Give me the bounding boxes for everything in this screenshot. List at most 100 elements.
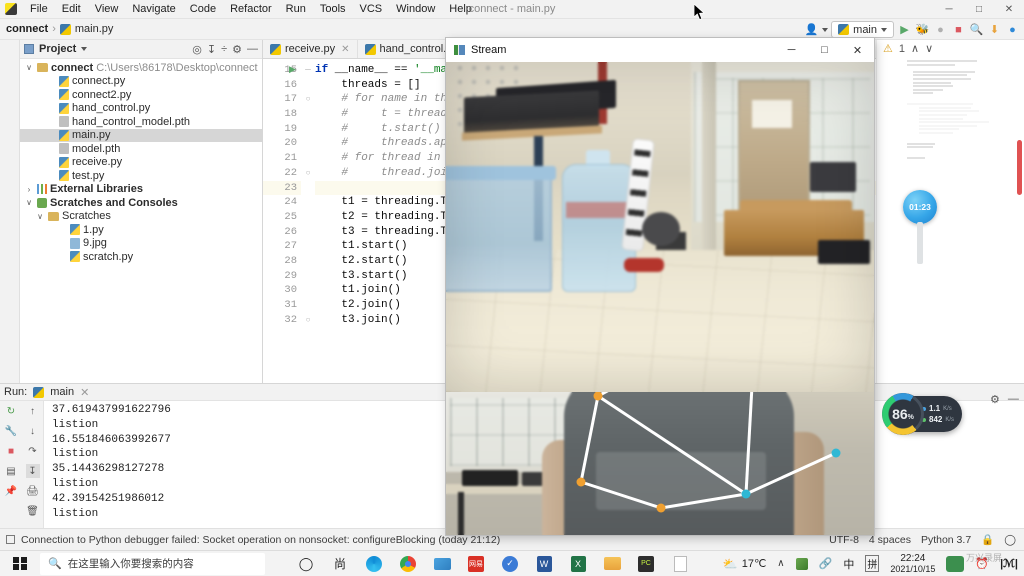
notepad-icon[interactable] bbox=[663, 551, 697, 576]
tree-item[interactable]: hand_control_model.pth bbox=[20, 115, 262, 129]
cortana-icon[interactable]: 尚 bbox=[323, 551, 357, 576]
wps-icon[interactable]: ✓ bbox=[493, 551, 527, 576]
tree-item[interactable]: scratch.py bbox=[20, 250, 262, 264]
menu-help[interactable]: Help bbox=[442, 1, 479, 17]
settings-gear-icon[interactable]: ⚙ bbox=[232, 43, 242, 56]
menu-tools[interactable]: Tools bbox=[313, 1, 353, 17]
fold-marker[interactable] bbox=[301, 239, 315, 254]
fold-marker[interactable] bbox=[301, 136, 315, 151]
chevron-down-icon[interactable] bbox=[822, 27, 829, 32]
word-icon[interactable]: W bbox=[527, 551, 561, 576]
scroll-down-icon[interactable]: ↓ bbox=[26, 424, 40, 438]
layout-icon[interactable]: ▤ bbox=[4, 464, 18, 478]
scroll-up-icon[interactable]: ↑ bbox=[26, 404, 40, 418]
chrome-icon[interactable] bbox=[391, 551, 425, 576]
inspection-prev-icon[interactable]: ∧ bbox=[911, 42, 919, 55]
update-icon[interactable]: ⬇ bbox=[987, 22, 1002, 37]
menu-window[interactable]: Window bbox=[389, 1, 442, 17]
menu-view[interactable]: View bbox=[88, 1, 126, 17]
settings-wrench-icon[interactable]: 🔧 bbox=[4, 424, 18, 438]
timer-badge[interactable]: 01:23 bbox=[903, 190, 937, 224]
windows-start-icon[interactable] bbox=[0, 551, 40, 576]
ime-mode-icon[interactable]: 拼 bbox=[865, 555, 880, 572]
task-view-icon[interactable]: ◯ bbox=[289, 551, 323, 576]
show-hidden-icons[interactable]: ∧ bbox=[777, 558, 784, 569]
ime-chinese-icon[interactable]: 中 bbox=[843, 556, 854, 572]
menu-run[interactable]: Run bbox=[279, 1, 313, 17]
maximize-button[interactable]: □ bbox=[964, 0, 994, 19]
error-stripe-marker[interactable] bbox=[1017, 140, 1022, 195]
split-icon[interactable]: ÷ bbox=[221, 43, 227, 56]
editor-tab[interactable]: receive.py ✕ bbox=[263, 40, 358, 58]
fold-marker[interactable] bbox=[301, 298, 315, 313]
search-input-placeholder[interactable]: 在这里输入你要搜索的内容 bbox=[68, 556, 194, 571]
fold-marker[interactable] bbox=[301, 107, 315, 122]
tree-item[interactable]: ∨ Scratches and Consoles bbox=[20, 196, 262, 210]
tree-item[interactable]: connect2.py bbox=[20, 88, 262, 102]
fold-marker[interactable] bbox=[301, 210, 315, 225]
fold-marker[interactable] bbox=[301, 195, 315, 210]
excel-icon[interactable]: X bbox=[561, 551, 595, 576]
user-settings-icon[interactable]: 👤 bbox=[804, 22, 819, 37]
fold-marker[interactable] bbox=[301, 122, 315, 137]
print-icon[interactable]: 🖨 bbox=[26, 484, 40, 498]
remote-desktop-icon[interactable] bbox=[425, 551, 459, 576]
fold-marker[interactable] bbox=[301, 225, 315, 240]
tree-item[interactable]: › External Libraries bbox=[20, 183, 262, 197]
tree-item[interactable]: model.pth bbox=[20, 142, 262, 156]
bell-icon[interactable]: ◯ bbox=[1004, 534, 1016, 546]
trash-icon[interactable]: 🗑 bbox=[26, 504, 40, 518]
project-panel-title[interactable]: Project bbox=[39, 43, 76, 55]
close-button[interactable]: ✕ bbox=[994, 0, 1024, 19]
stream-minimize-button[interactable]: ─ bbox=[775, 38, 808, 62]
inspection-next-icon[interactable]: ∨ bbox=[925, 42, 933, 55]
fold-marker[interactable]: ○ bbox=[301, 166, 315, 181]
tree-item[interactable]: hand_control.py bbox=[20, 102, 262, 116]
app-tray-icon[interactable] bbox=[795, 557, 808, 570]
inspection-widget[interactable]: ⚠ 1 ∧ ∨ bbox=[877, 40, 1024, 57]
run-gutter-icon[interactable]: ▶ bbox=[289, 64, 296, 75]
menu-refactor[interactable]: Refactor bbox=[223, 1, 279, 17]
tree-twisty[interactable]: ∨ bbox=[35, 212, 45, 221]
weather-widget[interactable]: ⛅ 17℃ bbox=[723, 557, 767, 571]
tree-twisty[interactable]: ∨ bbox=[24, 198, 34, 207]
explorer-icon[interactable] bbox=[595, 551, 629, 576]
debug-icon[interactable]: 🐝 bbox=[915, 22, 930, 37]
menu-vcs[interactable]: VCS bbox=[353, 1, 390, 17]
scroll-to-end-icon[interactable]: ↧ bbox=[25, 464, 40, 478]
search-icon[interactable]: 🔍 bbox=[969, 22, 984, 37]
editor-tab-close-icon[interactable]: ✕ bbox=[341, 44, 349, 55]
stream-window[interactable]: Stream ─ □ ✕ bbox=[446, 38, 874, 535]
fold-marker[interactable]: ─ bbox=[301, 63, 315, 78]
media-icon[interactable]: |ℳ| bbox=[1000, 557, 1018, 570]
pycharm-icon[interactable]: PC bbox=[629, 551, 663, 576]
menu-navigate[interactable]: Navigate bbox=[125, 1, 182, 17]
tree-item[interactable]: receive.py bbox=[20, 156, 262, 170]
tree-item[interactable]: 1.py bbox=[20, 223, 262, 237]
tree-twisty[interactable]: ∨ bbox=[24, 63, 34, 72]
run-configuration-selector[interactable]: main bbox=[831, 21, 894, 38]
menu-file[interactable]: File bbox=[23, 1, 55, 17]
fold-marker[interactable] bbox=[301, 283, 315, 298]
fold-marker[interactable] bbox=[301, 269, 315, 284]
status-indent[interactable]: 4 spaces bbox=[869, 534, 911, 546]
wechat-icon[interactable] bbox=[946, 555, 965, 572]
network-speed-widget[interactable]: 86% 1.1 K/s 842 K/s bbox=[882, 393, 962, 435]
gear-icon[interactable]: ⚙ bbox=[990, 393, 1000, 406]
tree-twisty[interactable]: › bbox=[24, 185, 34, 194]
status-message[interactable]: Connection to Python debugger failed: So… bbox=[21, 534, 500, 546]
stream-maximize-button[interactable]: □ bbox=[808, 38, 841, 62]
lock-icon[interactable]: 🔒 bbox=[981, 533, 994, 546]
stream-close-button[interactable]: ✕ bbox=[841, 38, 874, 62]
run-tab-close-icon[interactable]: ✕ bbox=[80, 386, 89, 399]
stop-icon[interactable]: ■ bbox=[951, 22, 966, 37]
stop-icon[interactable]: ■ bbox=[4, 444, 18, 458]
tree-item[interactable]: ∨ connect C:\Users\86178\Desktop\connect bbox=[20, 61, 262, 75]
timer-widget[interactable]: 01:23 bbox=[903, 190, 937, 264]
netease-news-icon[interactable]: 网易 bbox=[459, 551, 493, 576]
edge-icon[interactable] bbox=[357, 551, 391, 576]
code-minimap[interactable] bbox=[905, 60, 1015, 190]
tree-item[interactable]: main.py bbox=[20, 128, 262, 142]
run-icon[interactable]: ▶ bbox=[897, 22, 912, 37]
tree-item[interactable]: connect.py bbox=[20, 75, 262, 89]
